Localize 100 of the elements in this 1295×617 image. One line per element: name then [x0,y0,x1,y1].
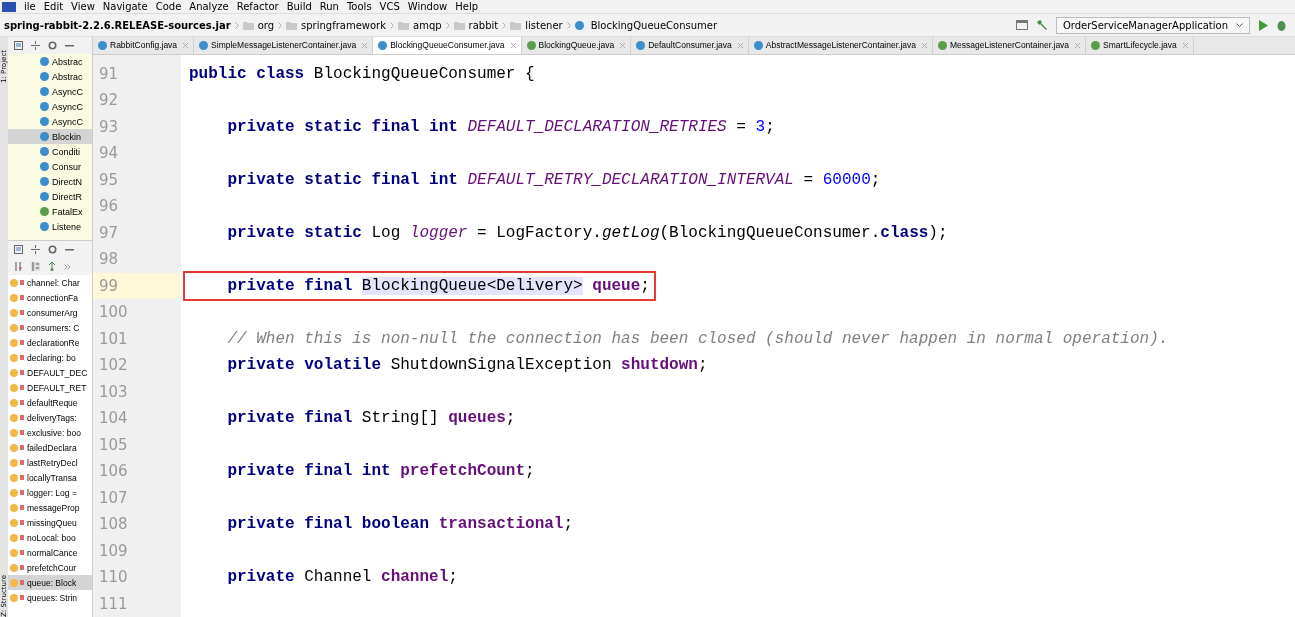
breadcrumb[interactable]: spring-rabbit-2.2.6.RELEASE-sources.jar [4,19,231,31]
menu-item[interactable]: Code [155,1,182,12]
scroll-to-file-icon[interactable] [14,245,23,254]
close-icon[interactable] [922,42,927,48]
project-tree-item[interactable]: AsyncC [8,84,92,99]
more-icon[interactable] [64,263,71,270]
breadcrumb[interactable]: listener [525,19,563,31]
project-tree-item[interactable]: FatalEx [8,204,92,219]
breadcrumb[interactable]: springframework [301,19,387,31]
structure-item[interactable]: lastRetryDecl [8,455,92,470]
structure-item[interactable]: connectionFa [8,290,92,305]
breadcrumb[interactable]: BlockingQueueConsumer [590,19,718,31]
close-icon[interactable] [1182,42,1188,48]
structure-item[interactable]: consumers: C [8,320,92,335]
line-number: 105 [98,434,129,456]
structure-item[interactable]: failedDeclara [8,440,92,455]
structure-item[interactable]: normalCance [8,545,92,560]
collapse-icon[interactable] [31,245,40,254]
project-tree-item[interactable]: Listene [8,219,92,234]
breadcrumb[interactable]: org [257,19,275,31]
structure-item[interactable]: locallyTransa [8,470,92,485]
structure-item[interactable]: deliveryTags: [8,410,92,425]
menu-item[interactable]: Tools [346,1,372,12]
project-tree-item[interactable]: Conditi [8,144,92,159]
project-tree-item[interactable]: Abstrac [8,54,92,69]
code-line: private final boolean transactional; [226,514,575,536]
structure-item[interactable]: prefetchCour [8,560,92,575]
line-number: 91 [98,63,120,85]
structure-item[interactable]: noLocal: boo [8,530,92,545]
sort-icon[interactable] [14,262,23,271]
menu-item[interactable]: Analyze [189,1,229,12]
close-icon[interactable] [620,42,626,48]
line-number: 106 [98,461,129,483]
sort-icon[interactable] [31,262,40,271]
settings-icon[interactable] [48,41,57,50]
close-icon[interactable] [1075,42,1081,48]
line-number: 102 [98,355,129,377]
hammer-icon[interactable] [1035,19,1048,31]
collapse-icon[interactable] [31,41,40,50]
structure-item[interactable]: logger: Log = [8,485,92,500]
project-tree-item[interactable]: Consur [8,159,92,174]
line-number: 97 [98,222,120,244]
project-tree-item[interactable]: Blockin [8,129,92,144]
editor-tab[interactable]: SmartLifecycle.java [1086,37,1194,54]
menu-item[interactable]: Navigate [102,1,148,12]
editor-tab[interactable]: BlockingQueueConsumer.java [373,37,522,54]
class-icon [199,40,209,50]
menu-item[interactable]: Help [455,1,478,12]
project-tree-item[interactable]: AsyncC [8,99,92,114]
project-tree-item[interactable]: AsyncC [8,114,92,129]
structure-item[interactable]: messageProp [8,500,92,515]
structure-item[interactable]: channel: Char [8,275,92,290]
structure-item[interactable]: declaring: bo [8,350,92,365]
folder-icon [510,20,522,30]
structure-item[interactable]: consumerArg [8,305,92,320]
minimize-icon[interactable] [65,44,74,47]
code-line: private final String[] queues; [226,408,517,430]
menu-item[interactable]: Window [407,1,448,12]
breadcrumb[interactable]: rabbit [468,19,499,31]
menu-item[interactable]: Edit [43,1,64,12]
structure-item[interactable]: DEFAULT_RET [8,380,92,395]
menu-item[interactable]: Build [286,1,312,12]
close-icon[interactable] [737,42,743,48]
line-number: 99 [93,272,181,299]
close-icon[interactable] [362,42,368,48]
code-line: private final int prefetchCount; [226,461,536,483]
editor-tab[interactable]: MessageListenerContainer.java [933,37,1087,54]
structure-item[interactable]: queues: Strin [8,590,92,605]
structure-item[interactable]: missingQueu [8,515,92,530]
menu-item[interactable]: View [71,1,95,12]
breadcrumb[interactable]: amqp [413,19,442,31]
project-tree-item[interactable]: Abstrac [8,69,92,84]
editor-tab[interactable]: AbstractMessageListenerContainer.java [748,37,933,54]
close-icon[interactable] [510,42,516,48]
run-icon[interactable] [1258,19,1268,31]
minimize-icon[interactable] [65,248,74,251]
structure-item[interactable]: declarationRe [8,335,92,350]
folder-icon [286,20,298,30]
class-icon [753,40,763,50]
menu-item[interactable]: ile [24,1,36,12]
inherited-icon[interactable] [48,262,56,271]
close-icon[interactable] [183,42,189,48]
scroll-to-file-icon[interactable] [14,41,23,50]
project-tree-item[interactable]: DirectN [8,174,92,189]
class-icon [378,40,388,50]
project-tree-item[interactable]: DirectR [8,189,92,204]
structure-item[interactable]: DEFAULT_DEC [8,365,92,380]
structure-item[interactable]: queue: Block [8,575,92,590]
menu-item[interactable]: Refactor [236,1,279,12]
editor-tab[interactable]: RabbitConfig.java [93,37,195,54]
settings-icon[interactable] [48,245,57,254]
editor-tab[interactable]: BlockingQueue.java [521,37,632,54]
menu-item[interactable]: Run [319,1,339,12]
run-configuration-dropdown[interactable]: OrderServiceManagerApplication [1055,16,1250,34]
structure-item[interactable]: defaultReque [8,395,92,410]
line-number: 109 [98,540,129,562]
editor-tab[interactable]: DefaultConsumer.java [631,37,749,54]
window-icon[interactable] [1015,20,1028,30]
structure-item[interactable]: exclusive: boo [8,425,92,440]
menu-item[interactable]: VCS [379,1,400,12]
